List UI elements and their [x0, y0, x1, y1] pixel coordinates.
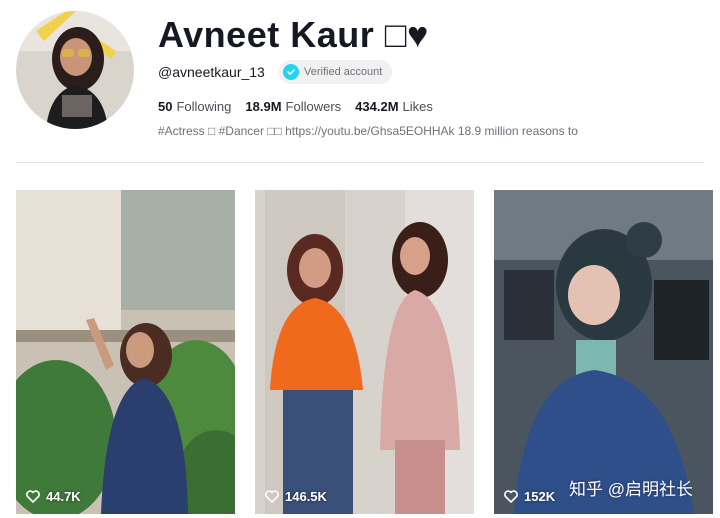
stat-label: Following — [176, 99, 232, 114]
stat-value: 434.2M — [355, 99, 399, 114]
heart-outline-icon — [26, 490, 40, 503]
verified-check-icon — [283, 64, 299, 80]
video-thumbnail — [16, 190, 235, 514]
video-card[interactable]: 146.5K — [255, 190, 474, 514]
video-thumbnail — [255, 190, 474, 514]
video-card[interactable]: 44.7K — [16, 190, 235, 514]
verified-label: Verified account — [304, 66, 383, 78]
profile-stats: 50 Following 18.9M Followers 434.2M Likes — [158, 99, 433, 114]
video-card[interactable]: 152K 知乎 @启明社长 — [494, 190, 713, 514]
stat-value: 50 — [158, 99, 173, 114]
video-likes: 152K — [504, 489, 555, 504]
profile-username: @avneetkaur_13 — [158, 64, 265, 80]
video-likes: 146.5K — [265, 489, 327, 504]
video-likes: 44.7K — [26, 489, 81, 504]
section-divider — [16, 162, 704, 163]
stat-value: 18.9M — [245, 99, 282, 114]
video-likes-count: 44.7K — [46, 489, 81, 504]
verified-badge: Verified account — [279, 60, 393, 84]
heart-outline-icon — [504, 490, 518, 503]
stat-followers[interactable]: 18.9M Followers — [245, 99, 341, 114]
stat-label: Followers — [285, 99, 342, 114]
heart-outline-icon — [265, 490, 279, 503]
profile-bio: #Actress □ #Dancer □□ https://youtu.be/G… — [158, 124, 578, 138]
profile-display-name: Avneet Kaur □♥ — [158, 14, 429, 55]
stat-following[interactable]: 50 Following — [158, 99, 231, 114]
video-thumbnail — [494, 190, 713, 514]
video-likes-count: 146.5K — [285, 489, 327, 504]
watermark: 知乎 @启明社长 — [569, 480, 693, 499]
stat-likes: 434.2M Likes — [355, 99, 433, 114]
video-likes-count: 152K — [524, 489, 556, 504]
profile-avatar[interactable] — [16, 11, 134, 129]
stat-label: Likes — [402, 99, 433, 114]
